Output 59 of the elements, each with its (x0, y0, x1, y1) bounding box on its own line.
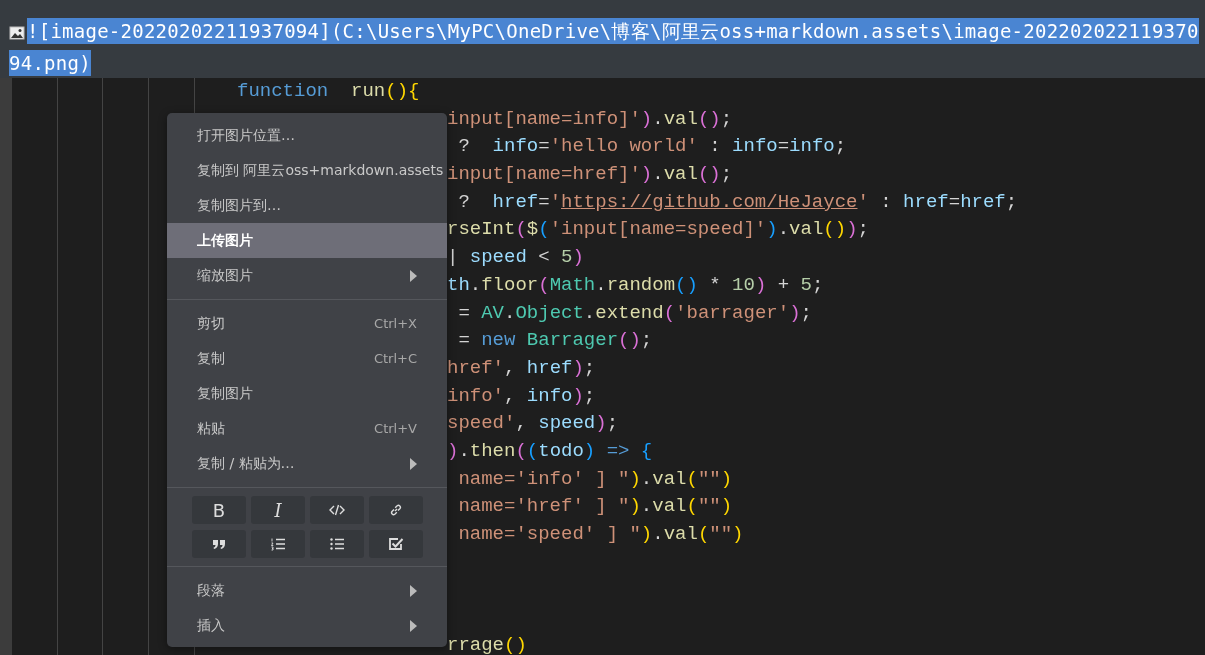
code-line: ).then((todo) => { (447, 438, 653, 464)
menu-item[interactable]: 复制 Ctrl+C (167, 341, 447, 376)
menu-item-label: 打开图片位置… (197, 126, 296, 145)
link-button[interactable] (369, 496, 423, 524)
code-icon (329, 502, 345, 518)
link-icon (388, 502, 404, 518)
shortcut-text: Ctrl+X (374, 316, 417, 331)
code-button[interactable] (310, 496, 364, 524)
bullet-list-icon (329, 536, 345, 552)
ordered-list-button[interactable] (251, 530, 305, 558)
menu-item[interactable]: 复制图片 (167, 376, 447, 411)
menu-item-label: 复制 / 粘贴为… (197, 454, 296, 473)
menu-item[interactable]: 剪切 Ctrl+X (167, 306, 447, 341)
code-line: input[name=href]').val(); (447, 162, 733, 188)
code-line: name='speed' ] ").val("") (457, 522, 744, 547)
code-line: function run(){ (237, 79, 420, 104)
bold-button[interactable]: B (192, 496, 246, 524)
code-line: th.floor(Math.random() * 10) + 5; (447, 272, 824, 298)
numbered-list-icon (270, 536, 286, 552)
code-line: name='href' ] ").val("") (457, 494, 733, 520)
menu-item[interactable]: 复制到 阿里云oss+markdown.assets (167, 153, 447, 188)
code-line: ? info='hello world' : info=info; (457, 134, 847, 160)
code-line: info', info); (447, 383, 596, 409)
menu-item-label: 剪切 (197, 314, 226, 333)
menu-item-label: 插入 (197, 616, 226, 635)
italic-button[interactable]: I (251, 496, 305, 524)
menu-item-label: 粘贴 (197, 419, 226, 438)
menu-item[interactable]: 复制 / 粘贴为… (167, 446, 447, 481)
menu-item-label: 复制到 阿里云oss+markdown.assets (197, 161, 444, 180)
menu-item[interactable]: 粘贴 Ctrl+V (167, 411, 447, 446)
code-line: = AV.Object.extend('barrager'); (457, 300, 812, 326)
code-line: = new Barrager(); (457, 328, 653, 354)
menu-item[interactable]: 插入 (167, 608, 447, 643)
menu-item[interactable]: 缩放图片 (167, 258, 447, 293)
code-line: ? href='https://github.com/HeJayce' : href=href; (457, 189, 1018, 215)
menu-item-label: 缩放图片 (197, 266, 254, 285)
code-line: name='info' ] ").val("") (457, 466, 733, 492)
quote-button[interactable] (192, 530, 246, 558)
menu-item-label: 复制图片 (197, 384, 254, 403)
menu-item-label: 段落 (197, 581, 226, 600)
code-line: rseInt($('input[name=speed]').val()); (447, 217, 869, 243)
shortcut-text: Ctrl+C (373, 351, 417, 366)
code-line: input[name=info]').val(); (447, 106, 733, 132)
code-line: | speed < 5) (447, 245, 584, 271)
menu-item[interactable]: 打开图片位置… (167, 118, 447, 153)
code-line: rrage() (447, 632, 527, 655)
shortcut-text: Ctrl+V (374, 421, 417, 436)
bullet-list-button[interactable] (310, 530, 364, 558)
code-line: href', href); (447, 355, 596, 381)
code-line: speed', speed); (447, 411, 619, 437)
menu-item-label: 复制图片到… (197, 196, 282, 215)
image-icon (9, 24, 25, 41)
menu-item-label: 复制 (197, 349, 226, 368)
menu-item[interactable]: 复制图片到… (167, 188, 447, 223)
menu-item[interactable]: 上传图片 (167, 223, 447, 258)
task-list-button[interactable] (369, 530, 423, 558)
menu-item-label: 上传图片 (197, 231, 254, 250)
checkbox-icon (388, 536, 404, 552)
menu-item[interactable]: 段落 (167, 573, 447, 608)
